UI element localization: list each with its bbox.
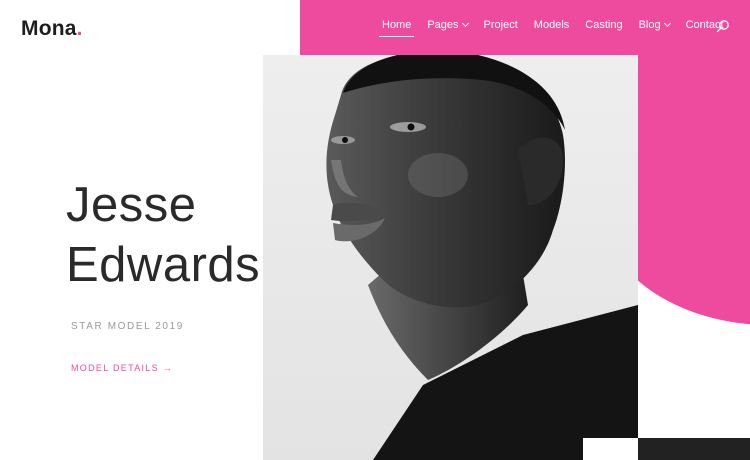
model-portrait-photo	[263, 55, 638, 460]
nav-item-home[interactable]: Home	[378, 19, 415, 37]
chevron-down-icon	[663, 19, 671, 28]
nav-label: Models	[533, 19, 570, 31]
nav-item-models[interactable]: Models	[534, 19, 569, 37]
portrait-illustration	[326, 55, 638, 460]
brand-dot: .	[76, 17, 83, 40]
nav-label: Project	[483, 19, 518, 31]
brand-logo[interactable]: Mona.	[21, 17, 83, 41]
nav-item-casting[interactable]: Casting	[585, 19, 622, 37]
nav-item-pages[interactable]: Pages	[427, 19, 469, 37]
model-first-name: Jesse	[66, 178, 197, 232]
nav-label: Casting	[585, 19, 623, 31]
corner-block-light	[583, 438, 638, 460]
main-nav: Home Pages Project Models Casting Blog C…	[378, 19, 740, 37]
nav-label: Pages	[427, 19, 459, 31]
model-last-name: Edwards	[66, 238, 261, 292]
model-details-label: MODEL DETAILS	[71, 363, 159, 373]
corner-block-dark	[638, 438, 750, 460]
search-icon[interactable]	[716, 19, 730, 33]
nav-item-project[interactable]: Project	[484, 19, 518, 37]
nav-label: Blog	[638, 19, 661, 31]
model-subtitle: STAR MODEL 2019	[71, 321, 184, 332]
chevron-down-icon	[461, 19, 469, 28]
nav-label: Home	[382, 19, 412, 31]
model-name: Jesse Edwards	[66, 175, 260, 295]
model-details-link[interactable]: MODEL DETAILS →	[71, 363, 173, 373]
arrow-right-icon: →	[162, 363, 174, 373]
nav-item-blog[interactable]: Blog	[638, 19, 671, 37]
brand-name: Mona	[21, 17, 77, 40]
